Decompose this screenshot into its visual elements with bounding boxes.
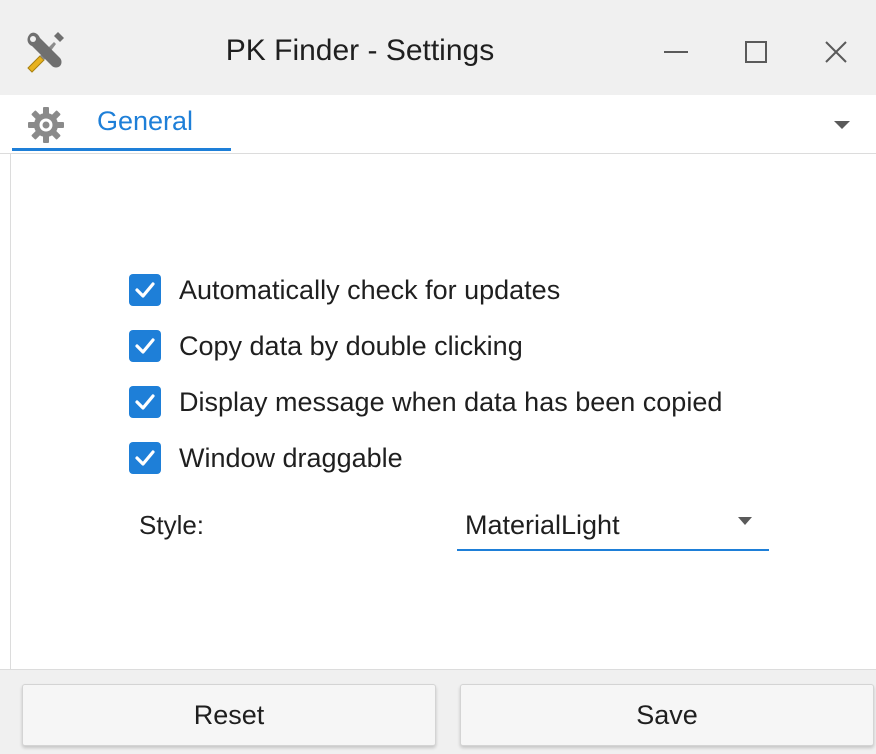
tab-menu-button[interactable] (826, 109, 858, 141)
title-bar[interactable]: PK Finder - Settings (0, 0, 876, 95)
checkmark-icon (135, 450, 155, 466)
chevron-down-icon (834, 121, 850, 129)
tab-bar: General (0, 95, 876, 154)
footer-bar: Reset Save (0, 669, 876, 754)
style-select-value: MaterialLight (465, 510, 620, 540)
option-label: Window draggable (179, 442, 403, 473)
close-button[interactable] (808, 24, 864, 80)
style-label: Style: (139, 510, 205, 540)
option-window-draggable[interactable]: Window draggable (129, 438, 403, 478)
option-copy-double-click[interactable]: Copy data by double clicking (129, 326, 523, 366)
checkbox-copy-double-click[interactable] (129, 330, 161, 362)
option-label: Automatically check for updates (179, 274, 561, 305)
option-label: Display message when data has been copie… (179, 386, 723, 417)
style-select[interactable]: MaterialLight (457, 499, 769, 551)
checkbox-copy-message[interactable] (129, 386, 161, 418)
option-copy-message[interactable]: Display message when data has been copie… (129, 382, 722, 422)
checkbox-window-draggable[interactable] (129, 442, 161, 474)
reset-button[interactable]: Reset (22, 684, 436, 746)
settings-panel: Automatically check for updates Copy dat… (10, 153, 876, 669)
checkmark-icon (135, 394, 155, 410)
maximize-icon (745, 41, 767, 63)
settings-window: PK Finder - Settings General Automatical… (0, 0, 876, 754)
checkmark-icon (135, 282, 155, 298)
maximize-button[interactable] (728, 24, 784, 80)
window-title: PK Finder - Settings (225, 34, 495, 67)
close-icon (825, 41, 847, 63)
save-button[interactable]: Save (460, 684, 874, 746)
checkbox-auto-update[interactable] (129, 274, 161, 306)
checkmark-icon (135, 338, 155, 354)
chevron-down-icon (733, 509, 757, 533)
tools-icon (22, 28, 68, 74)
minimize-icon (664, 51, 688, 53)
minimize-button[interactable] (648, 24, 704, 80)
option-auto-update[interactable]: Automatically check for updates (129, 270, 560, 310)
gear-icon (26, 105, 66, 145)
tab-general[interactable]: General (12, 95, 231, 151)
tab-label: General (97, 106, 194, 136)
option-label: Copy data by double clicking (179, 330, 523, 361)
